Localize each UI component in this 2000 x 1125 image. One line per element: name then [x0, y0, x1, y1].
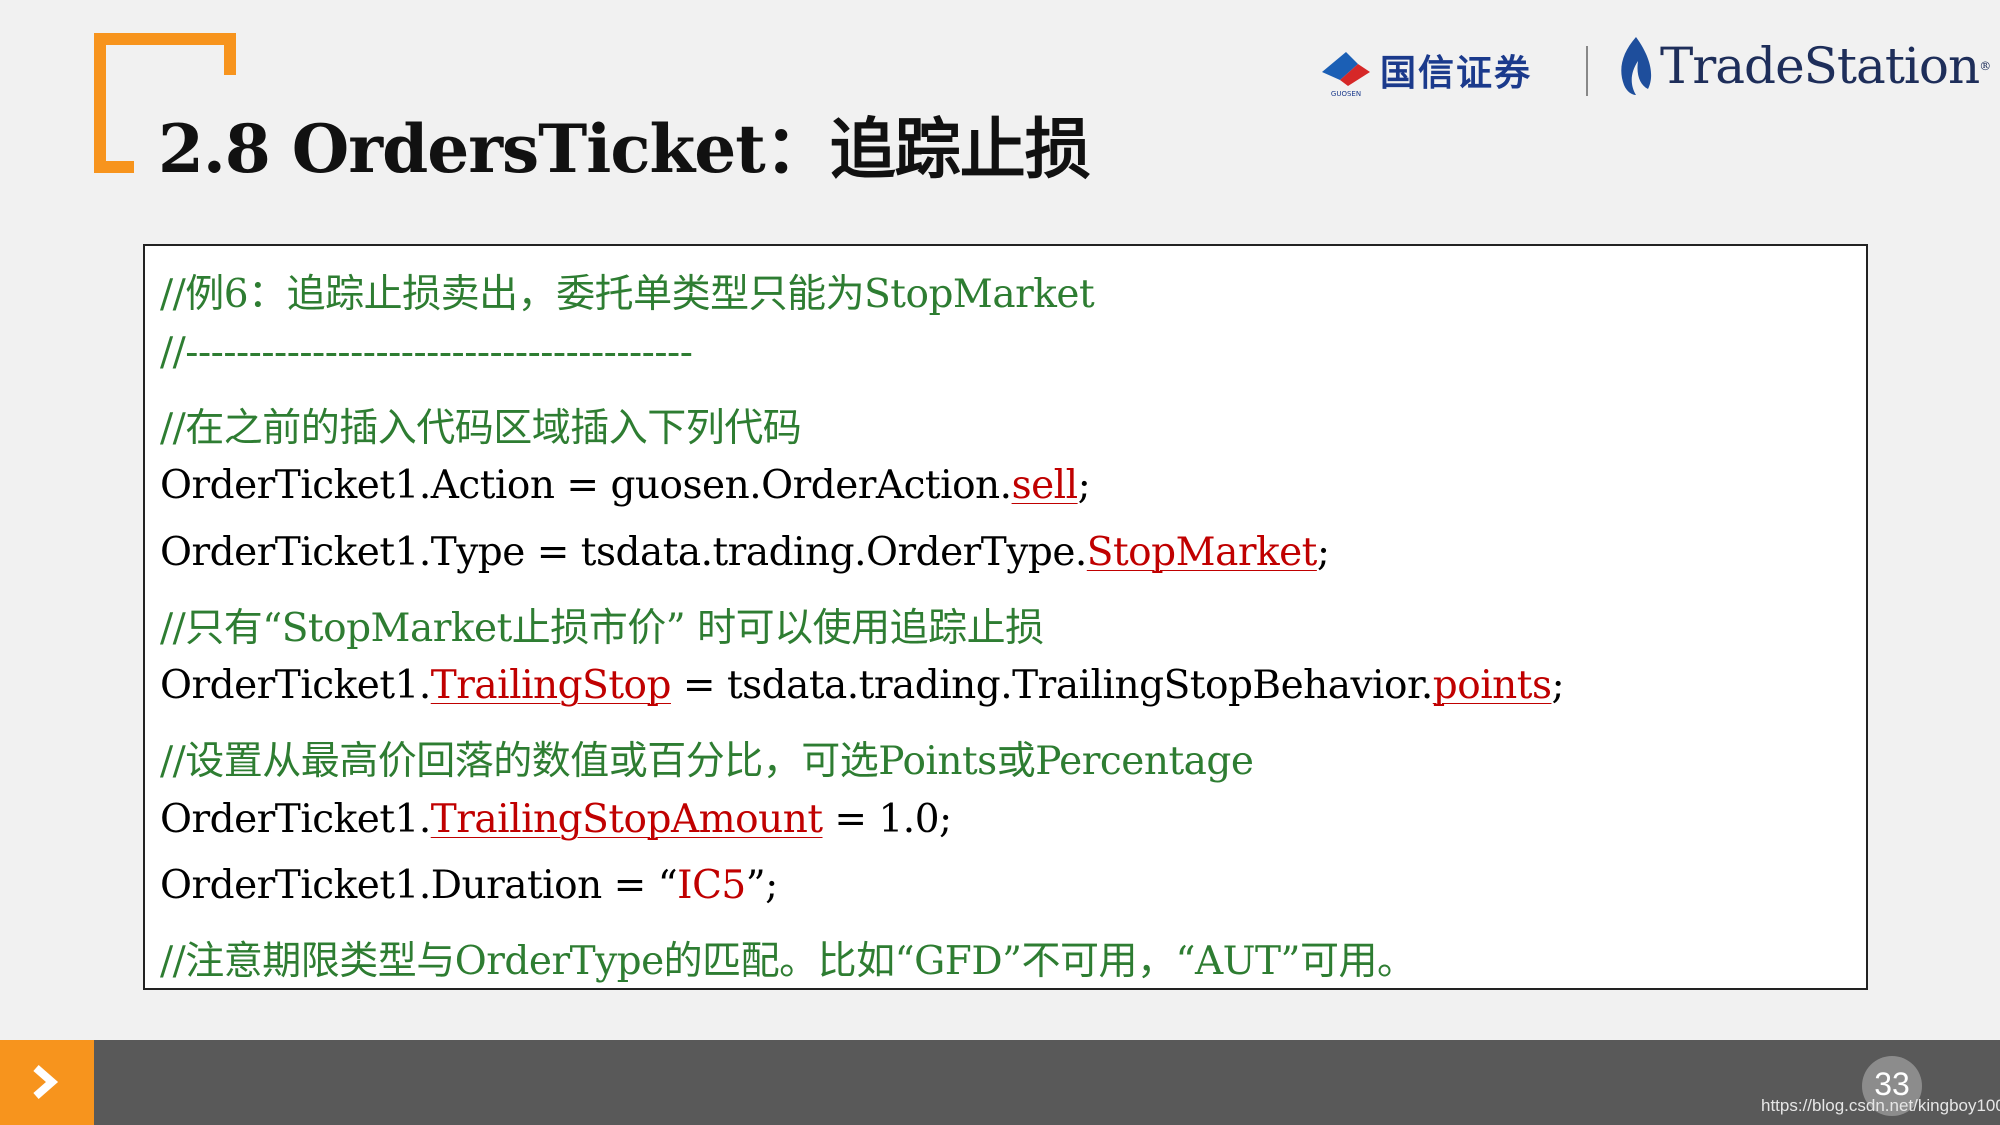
code-comment-line: //设置从最高价回落的数值或百分比，可选Points或Percentage — [160, 739, 1254, 784]
code-line-type: OrderTicket1.Type = tsdata.trading.Order… — [160, 530, 1330, 575]
title-bracket-bottom — [94, 161, 134, 173]
title-bracket-top — [94, 33, 236, 45]
slide-title: 2.8 OrdersTicket：追踪止损 — [158, 110, 1091, 188]
tradestation-logo-text: TradeStation — [1660, 37, 1980, 95]
code-keyword-trailingstop: TrailingStop — [430, 663, 672, 708]
code-value-ic5: IC5 — [677, 863, 746, 908]
code-text: ; — [1551, 663, 1565, 708]
code-line-trailingstopamount: OrderTicket1.TrailingStopAmount = 1.0; — [160, 797, 952, 842]
code-keyword-sell: sell — [1011, 463, 1079, 508]
code-keyword-stopmarket: StopMarket — [1086, 530, 1318, 575]
code-text: OrderTicket1. — [160, 663, 431, 708]
title-bracket-right — [224, 33, 236, 75]
guosen-logo: GUOSEN 国信证券 — [1318, 42, 1532, 98]
code-comment-line: //--------------------------------------… — [160, 330, 693, 375]
code-comment-line: //例6：追踪止损卖出，委托单类型只能为StopMarket — [160, 272, 1095, 317]
code-text: = 1.0; — [822, 797, 952, 842]
guosen-logo-text: 国信证券 — [1380, 52, 1533, 94]
code-text: = tsdata.trading.TrailingStopBehavior. — [670, 663, 1433, 708]
code-text: ; — [1077, 463, 1091, 508]
code-text: OrderTicket1.Duration = “ — [160, 863, 678, 908]
code-line-trailingstop: OrderTicket1.TrailingStop = tsdata.tradi… — [160, 663, 1565, 708]
registered-mark: ® — [1979, 59, 1992, 73]
code-comment-line: //注意期限类型与OrderType的匹配。比如“GFD”不可用，“AUT”可用… — [160, 939, 1416, 984]
code-comment-line: //在之前的插入代码区域插入下列代码 — [160, 406, 802, 451]
code-block: //例6：追踪止损卖出，委托单类型只能为StopMarket //-------… — [143, 244, 1868, 990]
watermark-url: https://blog.csdn.net/kingboy100 — [1761, 1096, 2000, 1115]
tradestation-flame-icon — [1621, 37, 1652, 95]
code-text: OrderTicket1.Action = guosen.OrderAction… — [160, 463, 1012, 508]
tradestation-logo: TradeStation ® — [1614, 34, 1991, 98]
code-line-duration: OrderTicket1.Duration = “IC5”; — [160, 863, 778, 908]
code-text: ; — [1316, 530, 1330, 575]
code-text: ”; — [745, 863, 779, 908]
code-keyword-trailingstopamount: TrailingStopAmount — [430, 797, 823, 842]
title-bracket-left — [94, 33, 106, 173]
logo-divider — [1586, 46, 1588, 96]
code-comment-line: //只有“StopMarket止损市价” 时可以使用追踪止损 — [160, 606, 1044, 651]
code-line-action: OrderTicket1.Action = guosen.OrderAction… — [160, 463, 1091, 508]
guosen-mark-icon: GUOSEN — [1322, 52, 1370, 98]
chevron-right-icon[interactable] — [26, 1062, 66, 1102]
guosen-sub-label: GUOSEN — [1331, 90, 1361, 98]
code-text: OrderTicket1.Type = tsdata.trading.Order… — [160, 530, 1087, 575]
code-text: OrderTicket1. — [160, 797, 431, 842]
footer-bar — [0, 1040, 2000, 1125]
code-keyword-points: points — [1432, 663, 1552, 708]
